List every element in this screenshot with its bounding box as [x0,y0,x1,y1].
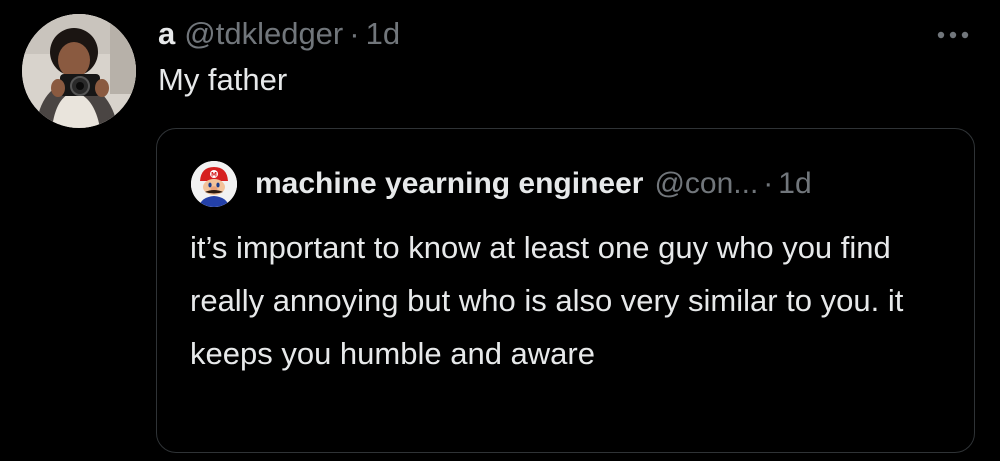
svg-text:M: M [211,172,217,179]
tweet[interactable]: a @tdkledger · 1d My father M machine ye… [0,0,1000,461]
more-horizontal-icon [937,31,969,39]
quote-user-handle[interactable]: @con... [654,167,758,201]
quote-display-name[interactable]: machine yearning engineer [255,167,643,201]
avatar-photo-icon [22,14,136,128]
user-handle[interactable]: @tdkledger [184,16,343,52]
quote-separator-dot: · [763,167,774,200]
more-options-button[interactable] [928,20,978,50]
quote-timestamp[interactable]: 1d [778,167,811,201]
tweet-text: My father [158,62,288,97]
timestamp[interactable]: 1d [366,16,400,52]
mario-avatar-icon: M [191,161,237,207]
quote-text: it’s important to know at least one guy … [190,230,904,371]
separator-dot: · [349,16,360,51]
quote-header: machine yearning engineer @con... · 1d [255,164,812,204]
tweet-header: a @tdkledger · 1d [158,12,400,56]
quoted-tweet[interactable]: M machine yearning engineer @con... · 1d… [156,128,975,453]
avatar[interactable] [22,14,136,128]
quote-avatar[interactable]: M [191,161,237,207]
display-name[interactable]: a [158,16,175,52]
